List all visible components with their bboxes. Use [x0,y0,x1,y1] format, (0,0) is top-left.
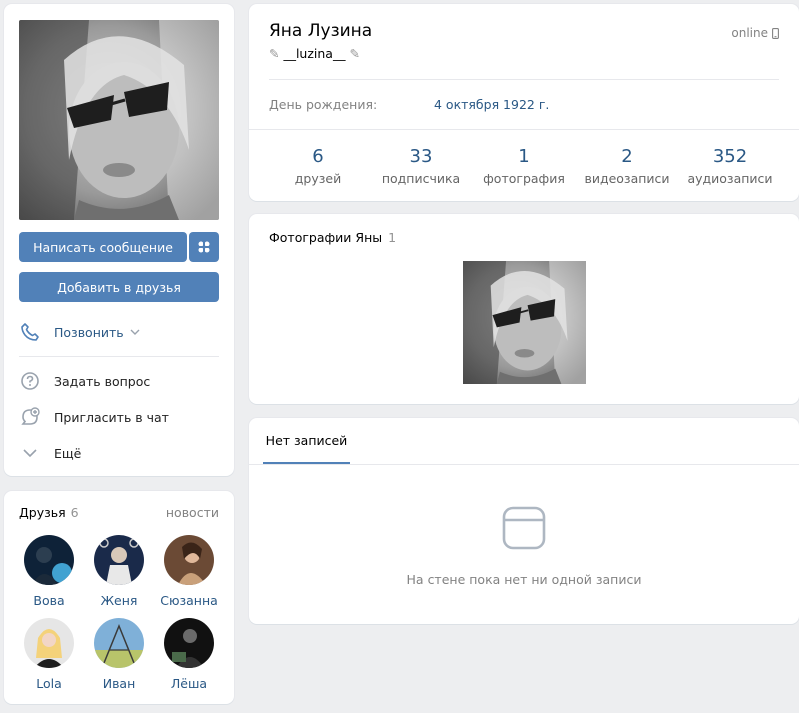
profile-sidebar-card: Написать сообщение Добавить в друзья Поз… [4,4,234,476]
page-title: Яна Лузина [269,21,373,41]
counter-label: друзей [294,171,342,186]
wall-card: Нет записей На стене пока нет ни одной з… [249,418,799,624]
photos-card: Фотографии Яны 1 [249,214,799,404]
counter-num: 1 [518,146,530,167]
profile-info-card: Яна Лузина ✎ __luzina__ ✎ online День ро… [249,4,799,201]
friend-name: Женя [100,593,138,608]
counter-label: подписчика [381,171,461,186]
gift-button[interactable] [189,232,219,262]
header-divider [269,79,779,80]
friend-item[interactable]: Lola [14,618,84,691]
call-action[interactable]: Позвонить [19,321,219,343]
birthday-label: День рождения: [269,97,378,112]
friend-item[interactable]: Сюзанна [154,535,224,608]
phone-icon [19,321,41,343]
invite-chat-label: Пригласить в чат [54,409,169,425]
counter-photos[interactable]: 1 фотография [473,130,576,200]
online-label: online [731,26,768,40]
friends-card: Друзья 6 новости Вова Женя Сюзанна Lola И… [4,491,234,704]
more-action[interactable]: Ещё [19,442,219,464]
friend-avatar [94,535,144,585]
shell-icon: ✎ [345,46,360,61]
send-message-button[interactable]: Написать сообщение [19,232,187,262]
friend-name: Лёша [170,676,208,691]
tab-no-posts[interactable]: Нет записей [263,418,350,464]
add-friend-button[interactable]: Добавить в друзья [19,272,219,302]
friend-avatar [24,618,74,668]
friend-name: Вова [33,593,65,608]
birthday-value[interactable]: 4 октября 1922 г. [434,97,549,112]
online-status: online [731,26,779,40]
friend-name: Сюзанна [160,593,218,608]
photo-thumbnail[interactable] [463,261,586,384]
counter-friends[interactable]: 6 друзей [267,130,370,200]
friends-title-text: Друзья [19,505,66,520]
friends-title[interactable]: Друзья 6 [19,505,79,520]
profile-status: ✎ __luzina__ ✎ [269,46,360,61]
friend-avatar [24,535,74,585]
counter-label: видеозаписи [584,171,670,186]
chevron-down-icon [19,442,41,464]
shell-icon: ✎ [269,46,284,61]
counter-label: фотография [483,171,565,186]
empty-wall-icon [502,506,546,550]
photos-title-text: Фотографии Яны [269,230,383,245]
counter-label: аудиозаписи [687,171,773,186]
friend-avatar [164,535,214,585]
friends-news-link[interactable]: новости [166,505,219,520]
counter-followers[interactable]: 33 подписчика [370,130,473,200]
friend-name: Lola [36,676,62,691]
ask-question-label: Задать вопрос [54,373,151,389]
counter-num: 6 [312,146,324,167]
photos-count: 1 [388,230,397,245]
more-label: Ещё [54,445,82,461]
photos-title[interactable]: Фотографии Яны 1 [269,230,396,245]
question-icon [19,370,41,392]
gift-icon [197,240,211,254]
ask-question-action[interactable]: Задать вопрос [19,370,219,392]
friend-avatar [164,618,214,668]
friend-item[interactable]: Иван [84,618,154,691]
friend-item[interactable]: Вова [14,535,84,608]
chevron-down-icon [130,329,140,335]
chat-plus-icon [19,406,41,428]
counter-num: 33 [409,146,433,167]
actions-divider [19,356,219,357]
mobile-icon [772,27,779,39]
friend-avatar [94,618,144,668]
friend-item[interactable]: Лёша [154,618,224,691]
counter-num: 2 [621,146,633,167]
tab-divider [249,464,799,465]
call-label: Позвонить [54,324,124,340]
friend-name: Иван [102,676,136,691]
profile-avatar[interactable] [19,20,219,220]
invite-chat-action[interactable]: Пригласить в чат [19,406,219,428]
counter-videos[interactable]: 2 видеозаписи [576,130,679,200]
counter-audios[interactable]: 352 аудиозаписи [679,130,782,200]
friends-count: 6 [70,505,79,520]
empty-wall-text: На стене пока нет ни одной записи [406,572,642,587]
profile-counters: 6 друзей 33 подписчика 1 фотография 2 видеоз… [249,130,799,200]
profile-status-text: __luzina__ [283,46,346,61]
counter-num: 352 [712,146,748,167]
friend-item[interactable]: Женя [84,535,154,608]
